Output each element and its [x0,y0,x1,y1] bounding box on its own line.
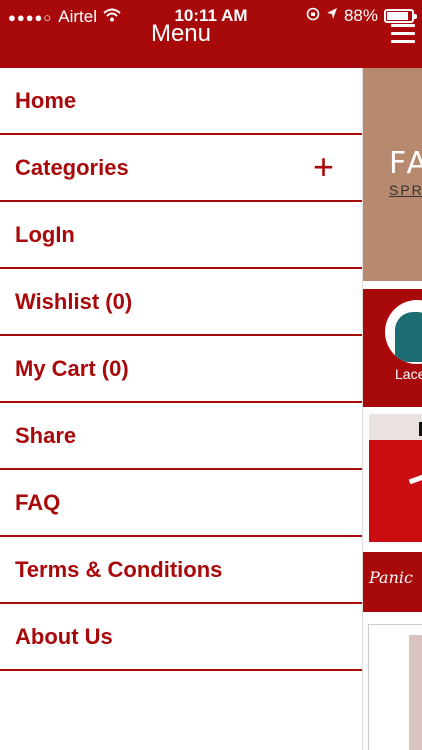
menu-item-label: Home [15,87,77,113]
expand-plus-icon[interactable]: + [313,149,334,185]
hamburger-menu-icon[interactable] [391,24,415,44]
menu-item-label: LogIn [15,221,75,247]
banner-subtitle: SPR [389,182,422,198]
banner-title: FA [389,146,422,181]
menu-item-label: My Cart (0) [15,355,129,381]
card-shape [408,472,422,485]
menu-item-about-us[interactable]: About Us [0,604,362,671]
product-image [409,635,422,750]
battery-icon [384,9,417,23]
menu-item-label: Share [15,422,77,448]
menu-item-label: Terms & Conditions [15,556,223,582]
promo-banner[interactable]: FA SPR [363,68,422,281]
menu-item-label: Wishlist (0) [15,288,133,314]
product-card[interactable] [369,414,422,542]
promo-text-banner[interactable]: Panic [363,552,422,612]
menu-title: Menu [150,20,212,47]
menu-item-home[interactable]: Home [0,68,362,135]
dress-image [395,312,422,362]
category-label: Lace [395,366,422,382]
menu-item-my-cart[interactable]: My Cart (0) [0,336,362,403]
menu-item-wishlist[interactable]: Wishlist (0) [0,269,362,336]
battery-fill [387,12,409,20]
top-bar: ●●●●○ Airtel 10:11 AM 88% Menu [0,0,422,68]
menu-item-label: About Us [15,623,113,649]
menu-item-share[interactable]: Share [0,403,362,470]
side-menu: Home Categories + LogIn Wishlist (0) My … [0,68,362,671]
menu-item-label: Categories [15,154,129,180]
product-card[interactable] [368,624,422,750]
card-header-image [369,414,422,440]
menu-item-login[interactable]: LogIn [0,202,362,269]
menu-item-categories[interactable]: Categories + [0,135,362,202]
app-content-preview[interactable]: FA SPR Lace Panic [362,68,422,750]
menu-item-terms[interactable]: Terms & Conditions [0,537,362,604]
menu-item-faq[interactable]: FAQ [0,470,362,537]
menu-item-label: FAQ [15,489,61,515]
